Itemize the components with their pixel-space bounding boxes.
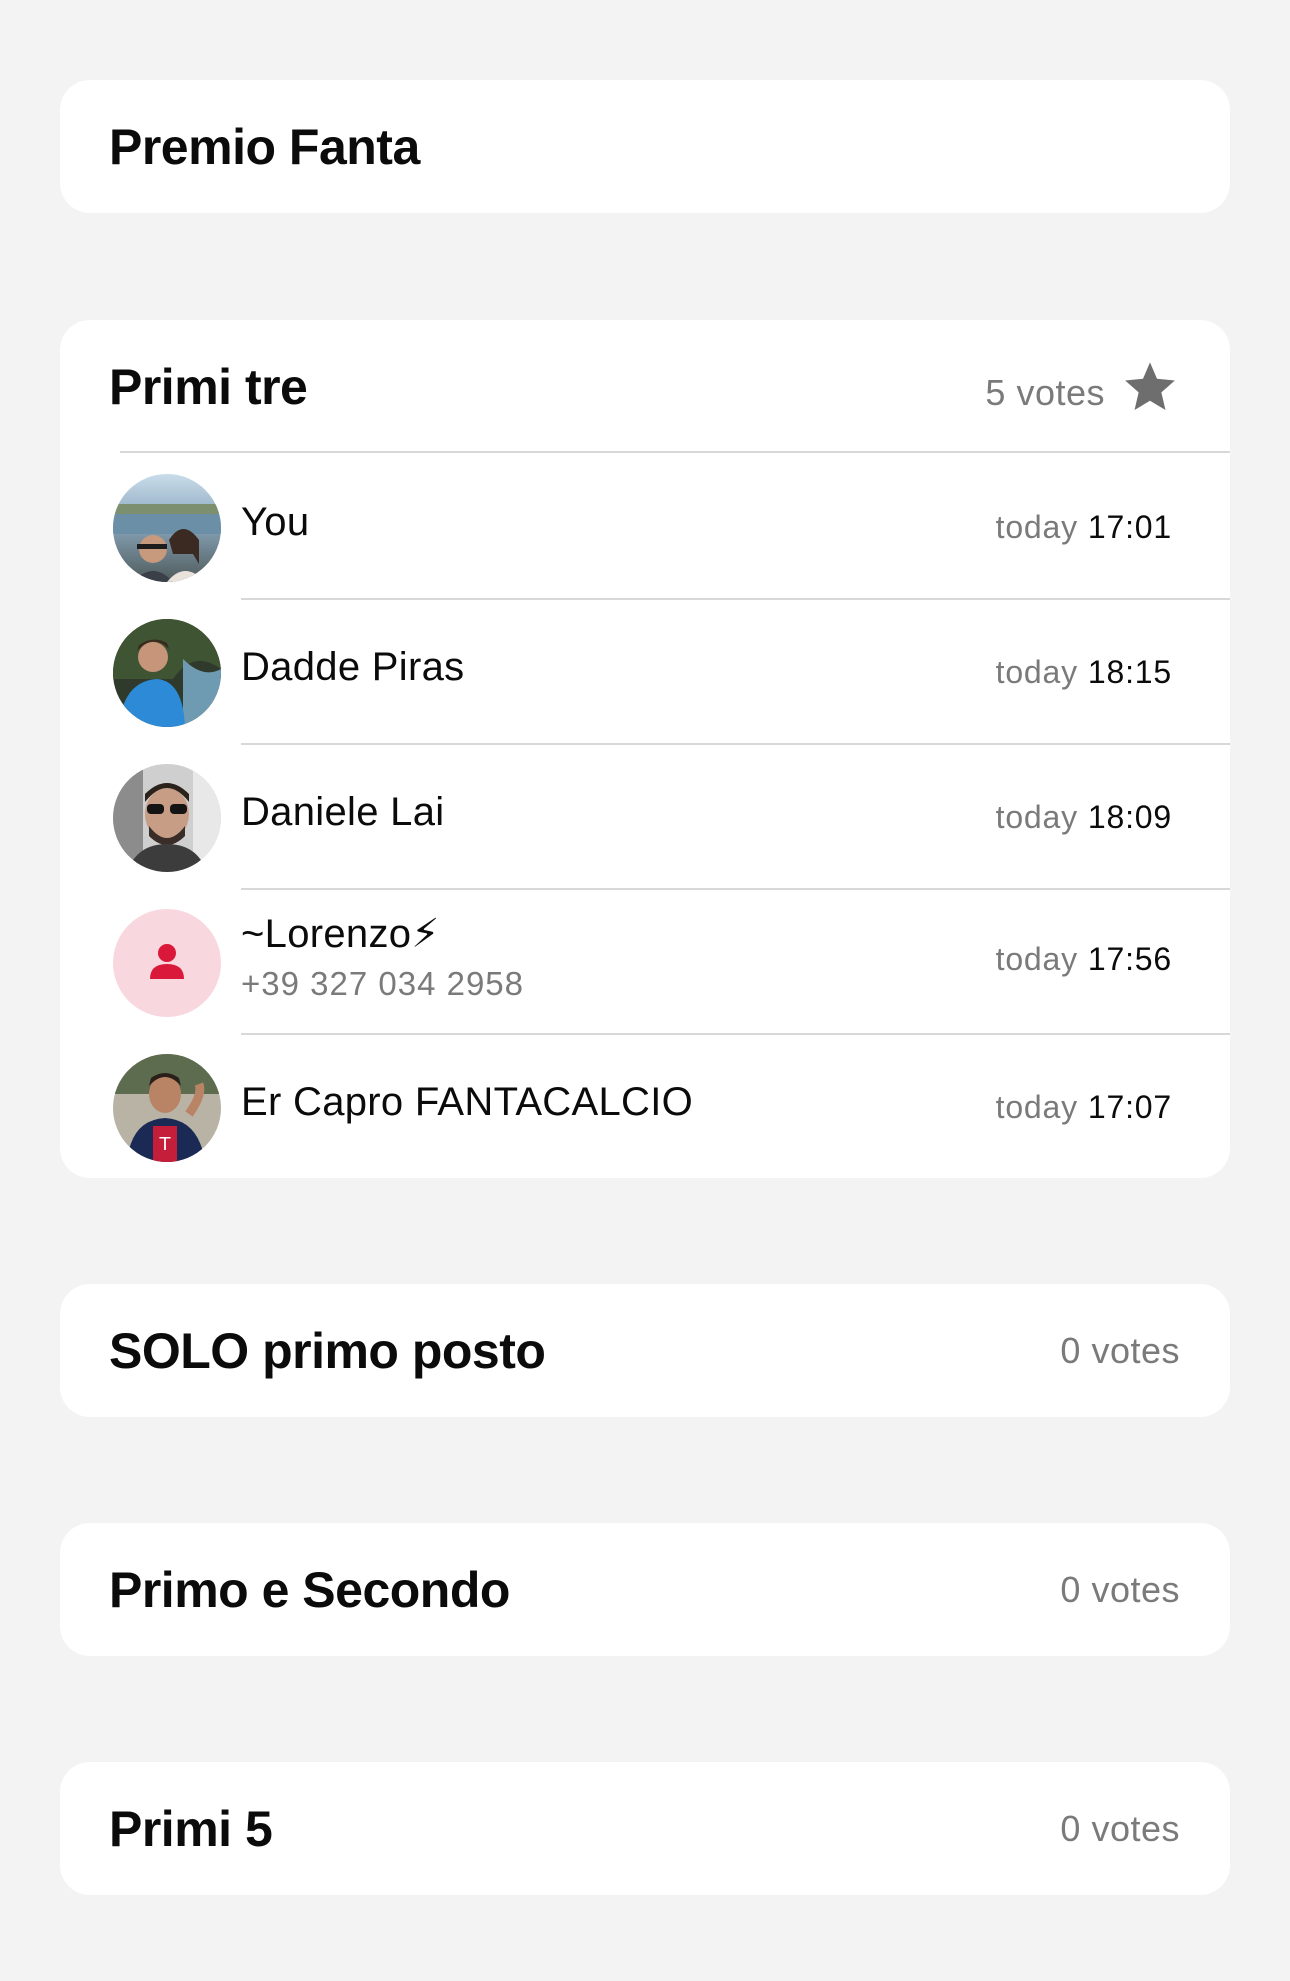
person-placeholder-icon <box>150 944 184 979</box>
voter-avatar <box>113 474 221 582</box>
voter-name: Er Capro FANTACALCIO <box>241 1080 694 1124</box>
vote-day: today <box>995 509 1078 545</box>
star-icon[interactable] <box>1120 358 1180 416</box>
option-vote-count: 0 votes <box>1060 1808 1180 1849</box>
voter-row[interactable]: T Er Capro FANTACALCIO today 17:07 <box>60 1034 1230 1179</box>
vote-day: today <box>995 1089 1078 1125</box>
voter-row[interactable]: You today 17:01 <box>60 454 1230 599</box>
option-vote-count: 5 votes <box>985 372 1105 413</box>
voter-name: Dadde Piras <box>241 645 465 689</box>
option-vote-count: 0 votes <box>1060 1330 1180 1371</box>
header-divider <box>120 451 1230 453</box>
poll-option-primo-e-secondo[interactable]: Primo e Secondo 0 votes <box>60 1523 1230 1656</box>
vote-time: 17:07 <box>1087 1089 1172 1125</box>
voter-row[interactable]: Daniele Lai today 18:09 <box>60 744 1230 889</box>
voter-name: You <box>241 500 310 544</box>
option-label: Primi tre <box>109 359 308 415</box>
voter-avatar <box>113 619 221 727</box>
vote-time: 18:09 <box>1087 799 1172 835</box>
voter-name: ~Lorenzo⚡ <box>241 912 440 956</box>
poll-option-solo-primo-posto[interactable]: SOLO primo posto 0 votes <box>60 1284 1230 1417</box>
vote-timestamp: today 18:15 <box>996 654 1172 691</box>
voter-row[interactable]: ~Lorenzo⚡ +39 327 034 2958 today 17:56 <box>60 889 1230 1034</box>
vote-timestamp: today 17:01 <box>996 509 1172 546</box>
poll-option-primi-5[interactable]: Primi 5 0 votes <box>60 1762 1230 1895</box>
svg-text:T: T <box>159 1134 172 1155</box>
voter-row[interactable]: Dadde Piras today 18:15 <box>60 599 1230 744</box>
option-label: Primo e Secondo <box>109 1562 510 1618</box>
vote-day: today <box>995 654 1078 690</box>
poll-option-primi-tre[interactable]: Primi tre 5 votes You today 17:01 Dadde … <box>60 320 1230 1178</box>
vote-day: today <box>995 941 1078 977</box>
vote-time: 18:15 <box>1087 654 1172 690</box>
vote-time: 17:56 <box>1087 941 1172 977</box>
option-label: SOLO primo posto <box>109 1323 546 1379</box>
option-label: Primi 5 <box>109 1801 273 1857</box>
vote-timestamp: today 17:07 <box>996 1089 1172 1126</box>
voter-phone: +39 327 034 2958 <box>241 965 525 1002</box>
option-vote-count: 0 votes <box>1060 1569 1180 1610</box>
voter-name: Daniele Lai <box>241 790 445 834</box>
vote-timestamp: today 17:56 <box>996 941 1172 978</box>
voter-avatar <box>113 764 221 872</box>
poll-title: Premio Fanta <box>109 119 420 175</box>
vote-time: 17:01 <box>1087 509 1172 545</box>
poll-title-card: Premio Fanta <box>60 80 1230 213</box>
vote-timestamp: today 18:09 <box>996 799 1172 836</box>
vote-day: today <box>995 799 1078 835</box>
voter-avatar: T <box>113 1054 221 1162</box>
voter-avatar <box>113 909 221 1017</box>
